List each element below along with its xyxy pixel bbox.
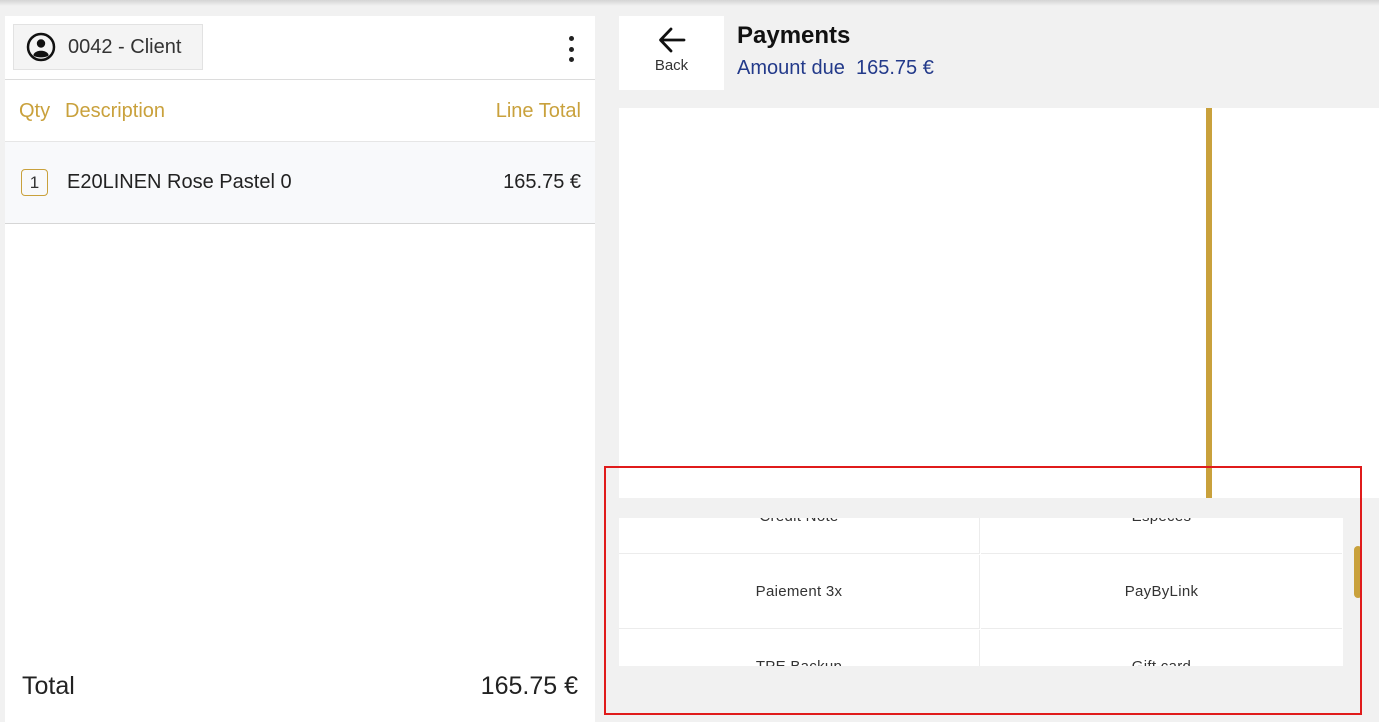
payment-methods-grid[interactable]: Credit Note Especes Paiement 3x PayByLin… bbox=[619, 518, 1343, 666]
amount-due: Amount due 165.75 € bbox=[737, 57, 934, 80]
window-top-shadow bbox=[0, 0, 1379, 6]
line-qty-badge: 1 bbox=[21, 169, 48, 196]
total-value: 165.75 € bbox=[480, 672, 578, 700]
arrow-left-icon bbox=[659, 27, 686, 53]
line-description: E20LINEN Rose Pastel 0 bbox=[67, 171, 292, 193]
payment-method-paybylink[interactable]: PayByLink bbox=[981, 555, 1342, 629]
column-header-line-total: Line Total bbox=[495, 100, 581, 122]
accent-divider bbox=[1206, 108, 1212, 498]
column-header-description: Description bbox=[65, 100, 166, 122]
page-title: Payments bbox=[737, 22, 851, 49]
methods-scrollbar-thumb[interactable] bbox=[1354, 546, 1362, 598]
total-label: Total bbox=[22, 672, 75, 700]
cart-panel: 0042 - Client Qty Description Line Total… bbox=[5, 16, 595, 722]
client-selector-button[interactable]: 0042 - Client bbox=[13, 24, 203, 70]
kebab-menu-icon[interactable] bbox=[561, 36, 581, 62]
client-label: 0042 - Client bbox=[68, 35, 182, 58]
payment-method-tpe-backup[interactable]: TPE Backup bbox=[619, 630, 980, 666]
payment-entries-area bbox=[619, 108, 1379, 498]
payment-method-gift-card[interactable]: Gift card bbox=[981, 630, 1342, 666]
back-button[interactable]: Back bbox=[619, 16, 724, 90]
amount-due-value: 165.75 € bbox=[855, 57, 934, 79]
amount-due-label: Amount due bbox=[737, 57, 845, 79]
payment-method-paiement-3x[interactable]: Paiement 3x bbox=[619, 555, 980, 629]
back-label: Back bbox=[654, 57, 689, 74]
user-circle-icon bbox=[26, 32, 56, 62]
payment-method-especes[interactable]: Especes bbox=[981, 518, 1342, 554]
cart-line-item[interactable]: 1 E20LINEN Rose Pastel 0 165.75 € bbox=[5, 142, 595, 224]
divider bbox=[5, 79, 595, 80]
line-total: 165.75 € bbox=[503, 171, 581, 193]
payment-method-credit-note[interactable]: Credit Note bbox=[619, 518, 980, 554]
column-header-qty: Qty bbox=[19, 100, 51, 122]
